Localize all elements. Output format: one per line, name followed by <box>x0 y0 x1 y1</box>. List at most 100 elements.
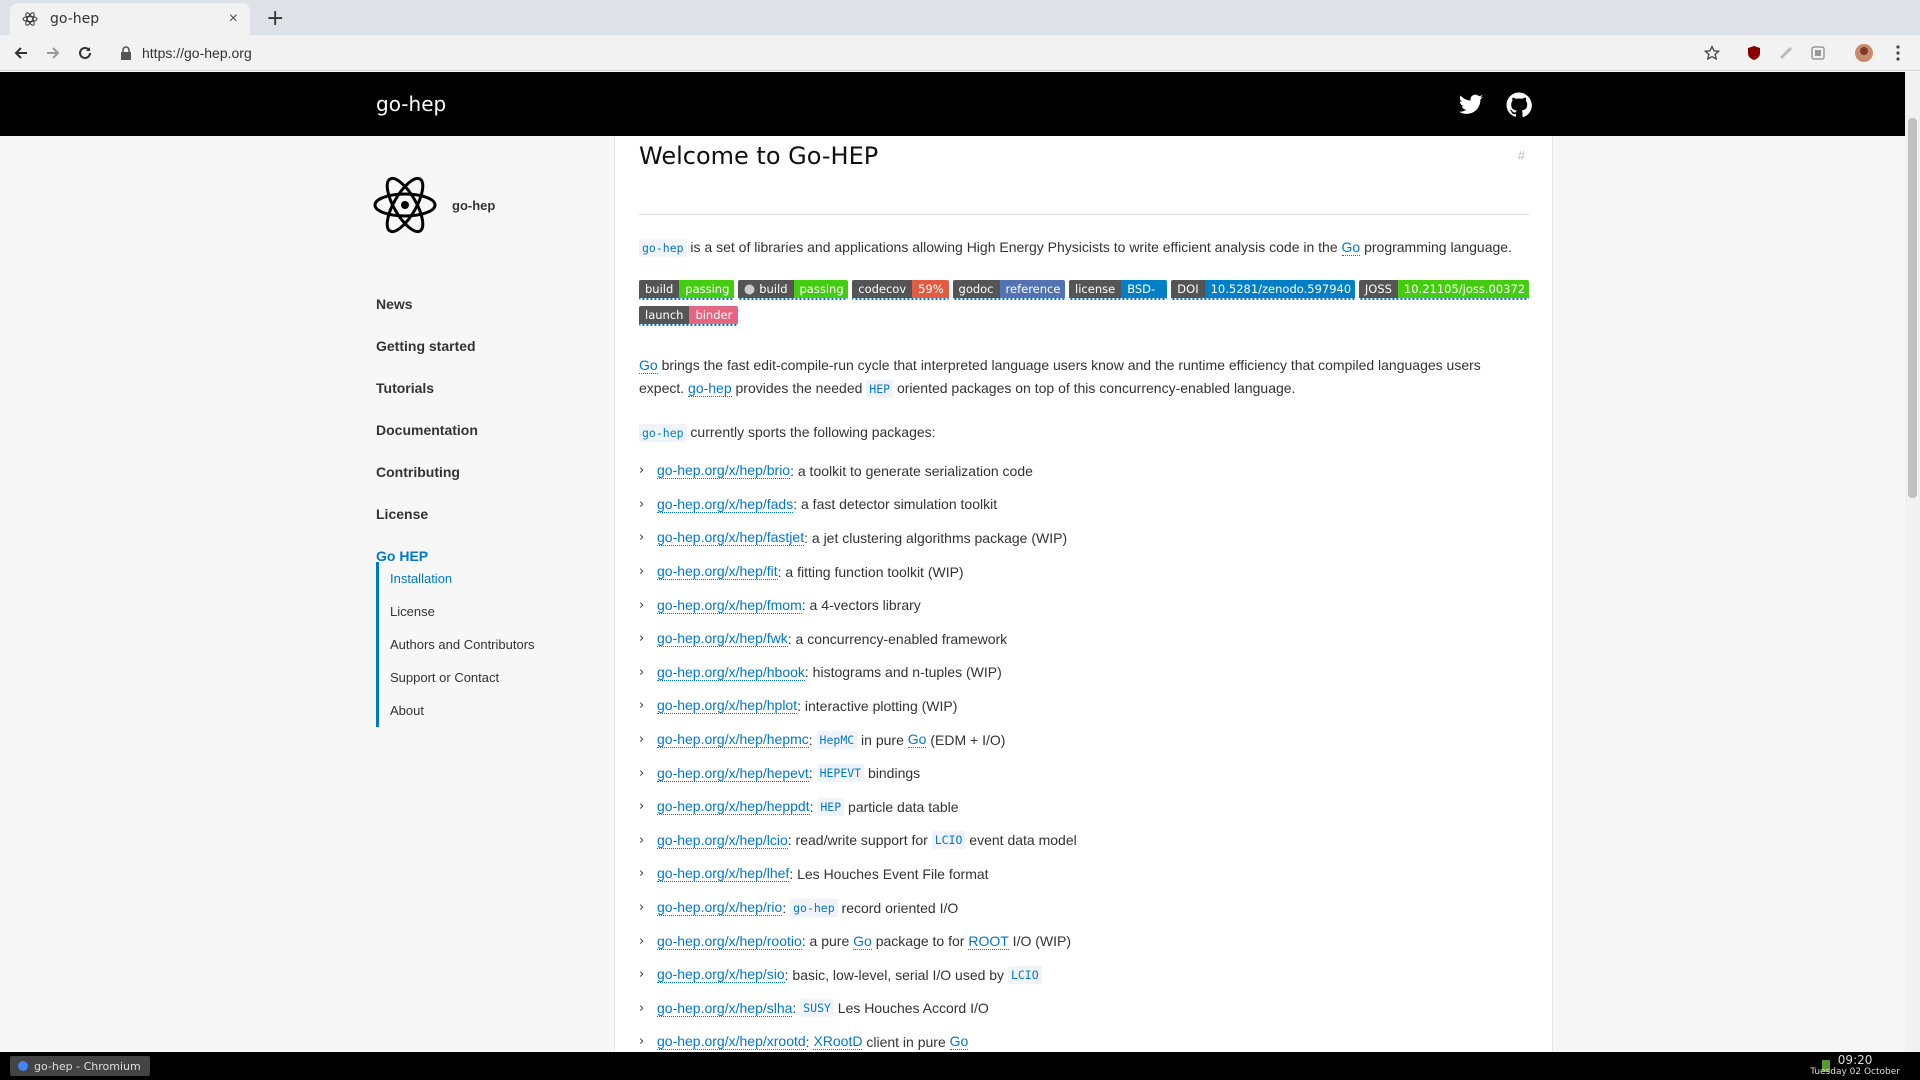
package-link[interactable]: go-hep.org/x/hep/hbook <box>657 664 805 681</box>
sidebar-subitem-installation[interactable]: Installation <box>390 562 535 595</box>
forward-arrow-icon[interactable] <box>42 42 64 64</box>
inline-code: HEPEVT <box>816 764 865 783</box>
inline-link[interactable]: Go <box>853 933 872 950</box>
sidebar-subitem-license[interactable]: License <box>390 595 535 628</box>
browser-tab-bar: go-hep × + <box>0 0 1920 35</box>
github-build-badge[interactable]: build passing <box>738 280 849 300</box>
go-link[interactable]: Go <box>1341 239 1361 256</box>
sidebar-logo[interactable]: go-hep <box>372 172 495 238</box>
package-list-item: › go-hep.org/x/hep/lhef: Les Houches Even… <box>639 865 989 883</box>
url-text: https://go-hep.org <box>142 45 252 61</box>
package-link[interactable]: go-hep.org/x/hep/slha <box>657 1000 793 1017</box>
sidebar-item-tutorials[interactable]: Tutorials <box>376 367 606 409</box>
page-title: Welcome to Go-HEP <box>639 142 879 170</box>
go-link[interactable]: Go <box>639 357 658 374</box>
lock-icon <box>121 46 131 60</box>
package-link[interactable]: go-hep.org/x/hep/rootio <box>657 933 802 950</box>
package-link[interactable]: go-hep.org/x/hep/xrootd <box>657 1033 806 1051</box>
package-link[interactable]: go-hep.org/x/hep/lhef <box>657 865 790 883</box>
sidebar-item-getting-started[interactable]: Getting started <box>376 325 606 367</box>
scrollbar-thumb[interactable] <box>1908 118 1917 498</box>
address-bar[interactable]: https://go-hep.org <box>110 40 1760 66</box>
tab-title: go-hep <box>50 11 100 27</box>
package-list-item: › go-hep.org/x/hep/fads: a fast detector … <box>639 495 998 513</box>
package-link[interactable]: go-hep.org/x/hep/fads <box>657 496 794 513</box>
codecov-badge[interactable]: codecov 59% <box>852 280 949 300</box>
package-link[interactable]: go-hep.org/x/hep/fwk <box>657 630 788 648</box>
package-link[interactable]: go-hep.org/x/hep/hplot <box>657 697 798 715</box>
site-brand[interactable]: go-hep <box>376 92 446 116</box>
twitter-icon[interactable] <box>1458 92 1484 118</box>
sidebar-submenu: Installation License Authors and Contrib… <box>376 562 535 727</box>
inline-code: LCIO <box>1007 965 1042 984</box>
package-link[interactable]: go-hep.org/x/hep/fmom <box>657 597 802 614</box>
sidebar-subitem-about[interactable]: About <box>390 694 535 727</box>
inline-link[interactable]: ROOT <box>968 933 1009 950</box>
godoc-badge[interactable]: godoc reference <box>952 280 1066 300</box>
page-scrollbar[interactable] <box>1905 72 1920 1052</box>
chevron-right-icon: › <box>639 530 645 546</box>
description-paragraph: Go brings the fast edit-compile-run cycl… <box>639 357 1481 398</box>
license-badge[interactable]: licenseBSD-3 <box>1069 280 1168 300</box>
taskbar-clock[interactable]: 09:20 Tuesday 02 October <box>1810 1054 1900 1078</box>
package-list-item: › go-hep.org/x/hep/hepmc: HepMC in pure G… <box>639 730 1006 749</box>
inline-code: SUSY <box>800 999 834 1018</box>
inline-link[interactable]: Go <box>949 1033 969 1051</box>
chevron-right-icon: › <box>639 967 645 983</box>
build-badge[interactable]: build passing <box>639 280 735 300</box>
chevron-right-icon: › <box>639 597 645 613</box>
chevron-right-icon: › <box>639 933 645 949</box>
go-hep-link[interactable]: go-hep <box>688 380 732 397</box>
github-icon[interactable] <box>1506 92 1532 118</box>
sidebar-subitem-authors[interactable]: Authors and Contributors <box>390 628 535 661</box>
package-list: › go-hep.org/x/hep/brio: a toolkit to gen… <box>639 454 1529 1052</box>
inline-code: HEP <box>866 380 894 398</box>
package-link[interactable]: go-hep.org/x/hep/hepevt <box>657 765 809 782</box>
package-link[interactable]: go-hep.org/x/hep/brio <box>657 462 791 480</box>
menu-dots-icon[interactable] <box>1888 43 1908 63</box>
sidebar-item-documentation[interactable]: Documentation <box>376 409 606 451</box>
extension-icon[interactable] <box>1808 43 1828 63</box>
sidebar-item-license[interactable]: License <box>376 493 606 535</box>
sidebar-subitem-support[interactable]: Support or Contact <box>390 661 535 694</box>
package-list-item: › go-hep.org/x/hep/hbook: histograms and … <box>639 663 1002 681</box>
chevron-right-icon: › <box>639 866 645 882</box>
chevron-right-icon: › <box>639 496 645 512</box>
sidebar-logo-name: go-hep <box>452 197 496 213</box>
browser-tab[interactable]: go-hep × <box>10 3 250 35</box>
intro-paragraph: go-hep is a set of libraries and applica… <box>639 236 1529 260</box>
package-list-item: › go-hep.org/x/hep/rootio: a pure Go pack… <box>639 932 1072 950</box>
joss-badge[interactable]: JOSS 10.21105/joss.00372 <box>1358 280 1529 300</box>
heading-anchor-link[interactable]: # <box>1518 148 1525 163</box>
main-content: Welcome to Go-HEP # go-hep is a set of l… <box>614 136 1553 1052</box>
package-link[interactable]: go-hep.org/x/hep/heppdt <box>657 798 810 816</box>
package-link[interactable]: go-hep.org/x/hep/fastjet <box>657 529 805 547</box>
chevron-right-icon: › <box>639 664 645 680</box>
sidebar-item-contributing[interactable]: Contributing <box>376 451 606 493</box>
new-tab-button[interactable]: + <box>266 6 284 31</box>
reload-icon[interactable] <box>74 42 96 64</box>
binder-badge[interactable]: launch binder <box>639 306 739 326</box>
taskbar-window-button[interactable]: go-hep - Chromium <box>10 1056 150 1076</box>
package-list-item: › go-hep.org/x/hep/heppdt: HEP particle d… <box>639 797 959 816</box>
package-link[interactable]: go-hep.org/x/hep/hepmc <box>657 731 809 749</box>
back-arrow-icon[interactable] <box>10 42 32 64</box>
ublock-icon[interactable] <box>1744 43 1764 63</box>
inline-link[interactable]: XRootD <box>813 1033 863 1051</box>
package-link[interactable]: go-hep.org/x/hep/rio <box>657 899 783 917</box>
extension-icon[interactable] <box>1776 43 1796 63</box>
tab-close-icon[interactable]: × <box>229 10 238 28</box>
star-icon[interactable] <box>1702 43 1722 63</box>
package-link[interactable]: go-hep.org/x/hep/lcio <box>657 832 788 849</box>
chevron-right-icon: › <box>639 631 645 647</box>
inline-link[interactable]: Go <box>907 731 927 749</box>
sidebar-item-news[interactable]: News <box>376 283 606 325</box>
profile-avatar-icon[interactable] <box>1854 43 1874 63</box>
chevron-right-icon: › <box>639 732 645 748</box>
inline-code: go-hep <box>639 239 687 257</box>
package-list-item: › go-hep.org/x/hep/xrootd: XRootD client … <box>639 1033 969 1051</box>
package-link[interactable]: go-hep.org/x/hep/sio <box>657 966 785 984</box>
package-link[interactable]: go-hep.org/x/hep/fit <box>657 563 778 581</box>
doi-badge[interactable]: DOI 10.5281/zenodo.597940 <box>1171 280 1355 300</box>
divider <box>639 214 1529 215</box>
